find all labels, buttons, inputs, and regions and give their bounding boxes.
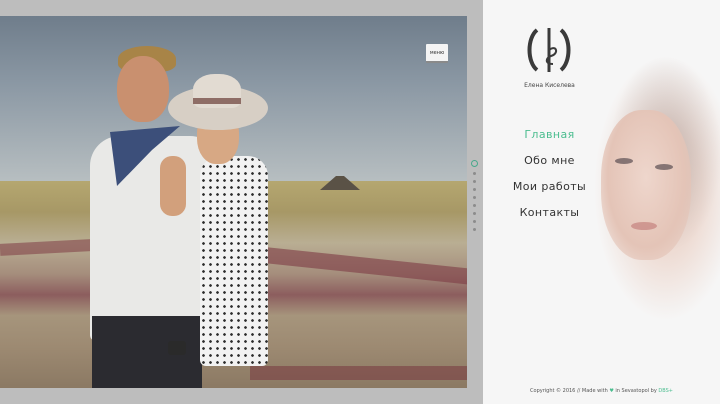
portrait-lips bbox=[631, 222, 657, 230]
nav-item-contacts[interactable]: Контакты bbox=[520, 206, 580, 219]
menu-button[interactable]: меню bbox=[426, 44, 448, 63]
footer-middle: in Sevastopol by bbox=[613, 388, 659, 394]
slide-dot[interactable] bbox=[472, 228, 476, 231]
watch bbox=[168, 341, 186, 355]
hero-photo bbox=[0, 16, 467, 388]
portrait-eye bbox=[655, 164, 673, 170]
slide-dot[interactable] bbox=[472, 212, 476, 215]
nav-item-home[interactable]: Главная bbox=[524, 128, 574, 141]
site-owner-name: Елена Киселева bbox=[524, 82, 575, 89]
footer-copyright: Copyright © 2016 // Made with ♥ in Sevas… bbox=[483, 388, 720, 394]
monogram-logo-icon[interactable] bbox=[523, 24, 575, 76]
slide-pagination bbox=[470, 160, 478, 231]
sidebar-panel: Елена Киселева Главная Обо мне Мои работ… bbox=[483, 0, 720, 404]
slide-dot[interactable] bbox=[472, 204, 476, 207]
footer-brand-link[interactable]: DBS+ bbox=[658, 388, 673, 394]
portrait-eye bbox=[615, 158, 633, 164]
main-nav: Главная Обо мне Мои работы Контакты bbox=[483, 128, 616, 219]
nav-item-about[interactable]: Обо мне bbox=[524, 154, 575, 167]
man-head bbox=[117, 56, 169, 122]
field-stripe bbox=[250, 366, 467, 380]
slide-dot[interactable] bbox=[472, 188, 476, 191]
hat-band bbox=[193, 98, 241, 104]
slide-dot[interactable] bbox=[472, 180, 476, 183]
woman-hand bbox=[160, 156, 186, 216]
slide-dot[interactable] bbox=[470, 160, 478, 167]
nav-item-works[interactable]: Мои работы bbox=[513, 180, 586, 193]
slide-dot[interactable] bbox=[472, 172, 476, 175]
footer-prefix: Copyright © 2016 // Made with bbox=[530, 388, 610, 394]
slide-dot[interactable] bbox=[472, 220, 476, 223]
slide-dot[interactable] bbox=[472, 196, 476, 199]
woman-figure bbox=[200, 156, 268, 366]
